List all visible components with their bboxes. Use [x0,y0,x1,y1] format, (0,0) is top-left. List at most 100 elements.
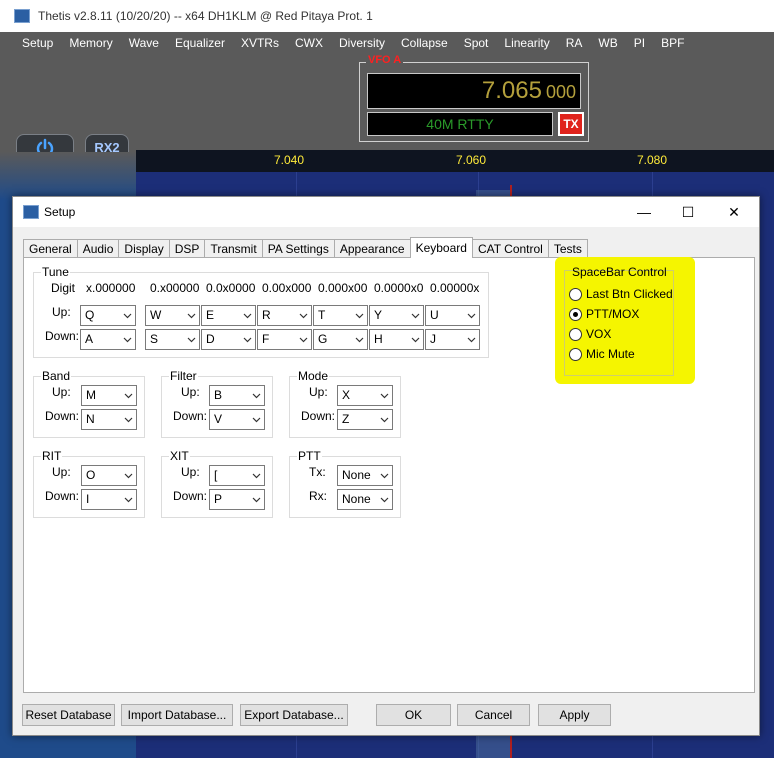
chevron-down-icon [243,313,252,319]
radio-mic-mute[interactable]: Mic Mute [569,347,635,361]
chevron-down-icon [243,337,252,343]
menu-wb[interactable]: WB [590,33,625,53]
menu-spot[interactable]: Spot [456,33,497,53]
filter-down-combo[interactable]: V [209,409,265,430]
tune-up-combo[interactable]: Y [369,305,424,326]
combo-value: V [214,412,223,426]
rit-down-label: Down: [45,489,80,503]
menu-collapse[interactable]: Collapse [393,33,456,53]
xit-legend: XIT [169,449,190,463]
combo-value: U [430,308,439,322]
ptt-rx-label: Rx: [309,489,327,503]
tune-up-combo[interactable]: T [313,305,368,326]
menu-xvtrs[interactable]: XVTRs [233,33,287,53]
radio-button-selected [569,307,582,321]
tune-down-combo[interactable]: J [425,329,480,350]
radio-vox[interactable]: VOX [569,327,611,341]
menu-linearity[interactable]: Linearity [496,33,557,53]
vfo-a-frequency-display[interactable]: 7.065 000 [367,73,581,109]
scale-tick-label: 7.040 [274,153,305,167]
digit-position-label: 0.000x00 [318,281,368,295]
xit-down-combo[interactable]: P [209,489,265,510]
maximize-button[interactable]: ☐ [665,197,711,227]
export-database-button[interactable]: Export Database... [240,704,348,726]
tx-button[interactable]: TX [558,112,584,136]
digit-label: Digit [51,281,76,295]
tune-up-combo[interactable]: E [201,305,256,326]
tune-down-combo[interactable]: S [145,329,200,350]
radio-ptt-mox[interactable]: PTT/MOX [569,307,639,321]
combo-value: J [430,332,436,346]
radio-label: PTT/MOX [586,307,640,321]
tab-general[interactable]: General [23,239,78,258]
combo-value: A [85,332,94,346]
mode-down-combo[interactable]: Z [337,409,393,430]
rit-down-combo[interactable]: I [81,489,137,510]
menu-setup[interactable]: Setup [0,33,61,53]
tab-transmit[interactable]: Transmit [204,239,263,258]
xit-up-combo[interactable]: [ [209,465,265,486]
chevron-down-icon [124,417,133,423]
menu-diversity[interactable]: Diversity [331,33,393,53]
tune-up-combo[interactable]: U [425,305,480,326]
filter-down-label: Down: [173,409,208,423]
ptt-rx-combo[interactable]: None [337,489,393,510]
tune-down-combo[interactable]: H [369,329,424,350]
main-menubar: Setup Memory Wave Equalizer XVTRs CWX Di… [0,33,774,53]
combo-value: G [318,332,328,346]
vfo-band-mode-display: 40M RTTY [367,112,553,136]
menu-memory[interactable]: Memory [61,33,120,53]
band-up-combo[interactable]: M [81,385,137,406]
tab-pa-settings[interactable]: PA Settings [261,239,335,258]
band-down-combo[interactable]: N [81,409,137,430]
menu-equalizer[interactable]: Equalizer [167,33,233,53]
mode-legend: Mode [297,369,330,383]
import-database-button[interactable]: Import Database... [121,704,233,726]
ok-button[interactable]: OK [376,704,451,726]
radio-last-btn-clicked[interactable]: Last Btn Clicked [569,287,673,301]
tune-down-combo[interactable]: F [257,329,312,350]
combo-value: E [206,308,215,322]
tab-appearance[interactable]: Appearance [333,239,411,258]
tab-cat-control[interactable]: CAT Control [471,239,549,258]
tune-up-combo[interactable]: Q [80,305,136,326]
chevron-down-icon [355,313,364,319]
tab-audio[interactable]: Audio [76,239,120,258]
combo-value: X [342,388,351,402]
tab-display[interactable]: Display [118,239,170,258]
rit-up-combo[interactable]: O [81,465,137,486]
setup-app-icon [23,205,39,219]
tab-tests[interactable]: Tests [547,239,588,258]
chevron-down-icon [467,313,476,319]
radio-label: Last Btn Clicked [586,287,673,301]
close-button[interactable]: ✕ [711,197,757,227]
mode-up-label: Up: [309,385,328,399]
minimize-button[interactable]: — [621,197,667,227]
filter-up-combo[interactable]: B [209,385,265,406]
tune-legend: Tune [41,265,70,279]
ptt-tx-combo[interactable]: None [337,465,393,486]
tune-down-combo[interactable]: G [313,329,368,350]
menu-ra[interactable]: RA [558,33,591,53]
tab-keyboard[interactable]: Keyboard [409,237,473,258]
menu-pi[interactable]: PI [626,33,653,53]
tune-down-combo[interactable]: D [201,329,256,350]
tune-up-combo[interactable]: W [145,305,200,326]
combo-value: Z [342,412,350,426]
vfo-frequency-main: 7.065 [481,77,542,104]
cancel-button[interactable]: Cancel [457,704,530,726]
tune-down-combo[interactable]: A [80,329,136,350]
menu-wave[interactable]: Wave [121,33,167,53]
mode-up-combo[interactable]: X [337,385,393,406]
reset-database-button[interactable]: Reset Database [22,704,115,726]
band-up-label: Up: [52,385,71,399]
digit-position-label: 0.x00000 [150,281,200,295]
menu-bpf[interactable]: BPF [653,33,692,53]
menu-cwx[interactable]: CWX [287,33,331,53]
digit-position-label: 0.00x000 [262,281,312,295]
tab-dsp[interactable]: DSP [168,239,206,258]
tune-up-combo[interactable]: R [257,305,312,326]
apply-button[interactable]: Apply [538,704,611,726]
spacebar-control-legend: SpaceBar Control [572,265,667,279]
band-down-label: Down: [45,409,80,423]
